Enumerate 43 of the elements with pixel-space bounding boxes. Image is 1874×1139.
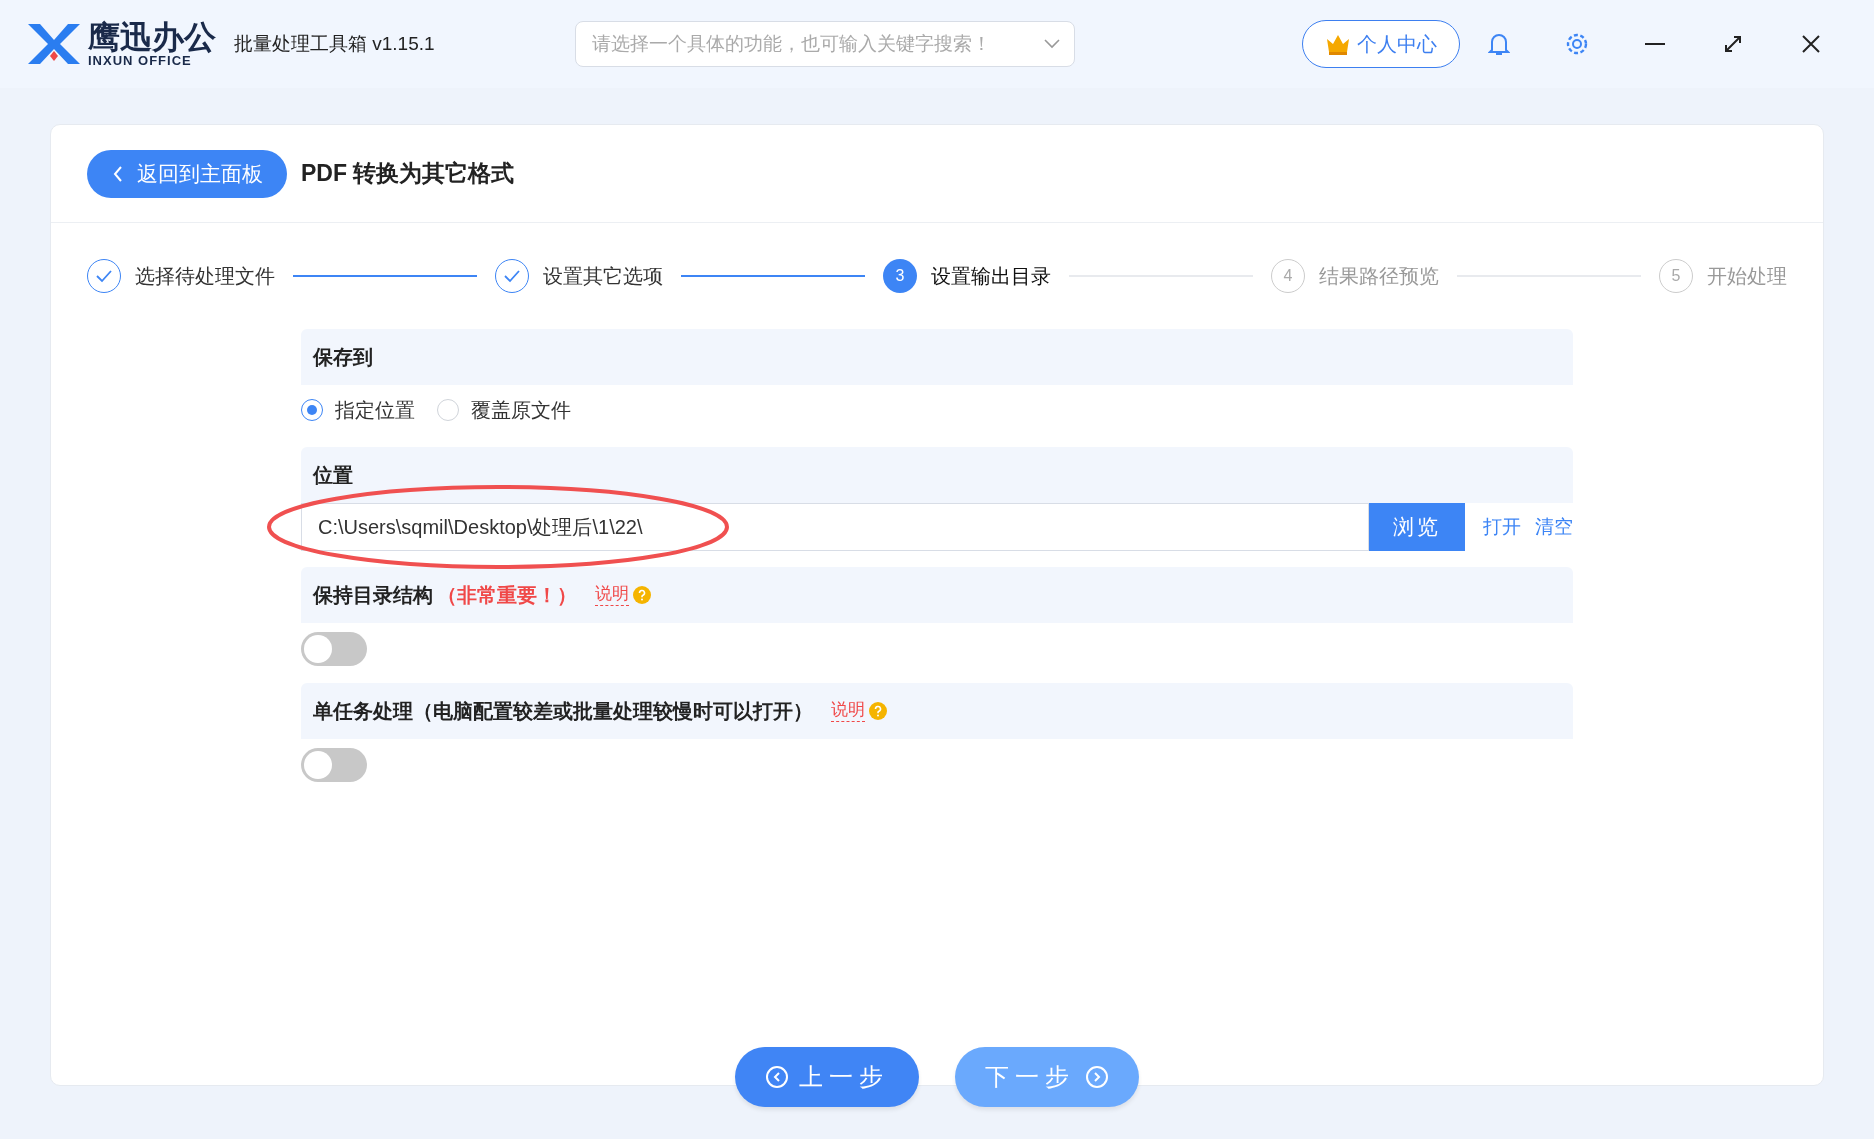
logo-icon bbox=[26, 22, 82, 66]
expand-icon[interactable] bbox=[1723, 34, 1743, 54]
search-field[interactable]: 请选择一个具体的功能，也可输入关键字搜索！ bbox=[574, 21, 1075, 67]
help-icon bbox=[869, 702, 887, 720]
step-number: 3 bbox=[883, 259, 917, 293]
help-link[interactable]: 说明 bbox=[831, 700, 865, 722]
help-link[interactable]: 说明 bbox=[595, 584, 629, 606]
back-button[interactable]: 返回到主面板 bbox=[87, 149, 287, 198]
logo-subtitle: INXUN OFFICE bbox=[88, 52, 192, 68]
step-label: 开始处理 bbox=[1707, 263, 1787, 289]
section-heading: 单任务处理（电脑配置较差或批量处理较慢时可以打开） bbox=[313, 698, 813, 724]
settings-icon[interactable] bbox=[1564, 31, 1590, 57]
step-label: 设置输出目录 bbox=[931, 263, 1051, 289]
close-icon[interactable] bbox=[1801, 34, 1821, 54]
user-center-button[interactable]: 个人中心 bbox=[1302, 20, 1460, 68]
path-field[interactable]: C:\Users\sqmil\Desktop\处理后\1\22\ bbox=[301, 503, 1369, 551]
section-heading: 保存到 bbox=[313, 344, 373, 370]
circle-right-icon bbox=[1085, 1065, 1109, 1089]
page-title: PDF 转换为其它格式 bbox=[301, 159, 515, 188]
step-label: 结果路径预览 bbox=[1319, 263, 1439, 289]
clear-link[interactable]: 清空 bbox=[1521, 514, 1573, 540]
app-title: 批量处理工具箱 v1.15.1 bbox=[234, 32, 435, 56]
previous-button[interactable]: 上一步 bbox=[735, 1047, 919, 1107]
logo-name: 鹰迅办公 bbox=[88, 20, 216, 53]
radio-option[interactable]: 覆盖原文件 bbox=[437, 396, 571, 424]
step-label: 设置其它选项 bbox=[543, 263, 663, 289]
open-link[interactable]: 打开 bbox=[1465, 514, 1521, 540]
step-label: 选择待处理文件 bbox=[135, 263, 275, 289]
browse-button[interactable]: 浏览 bbox=[1369, 503, 1465, 551]
toggle-switch[interactable] bbox=[301, 632, 367, 666]
warning-note: （非常重要！） bbox=[437, 582, 577, 608]
chevron-down-icon bbox=[1043, 39, 1060, 49]
bell-icon[interactable] bbox=[1488, 31, 1510, 57]
next-button[interactable]: 下一步 bbox=[955, 1047, 1139, 1107]
radio-option[interactable]: 指定位置 bbox=[301, 396, 415, 424]
crown-icon bbox=[1325, 33, 1351, 55]
section-heading: 位置 bbox=[313, 462, 353, 488]
minimize-icon[interactable] bbox=[1644, 42, 1666, 46]
circle-left-icon bbox=[765, 1065, 789, 1089]
section-heading: 保持目录结构 bbox=[313, 582, 433, 608]
help-icon bbox=[633, 586, 651, 604]
chevron-left-icon bbox=[113, 165, 123, 182]
toggle-switch[interactable] bbox=[301, 748, 367, 782]
